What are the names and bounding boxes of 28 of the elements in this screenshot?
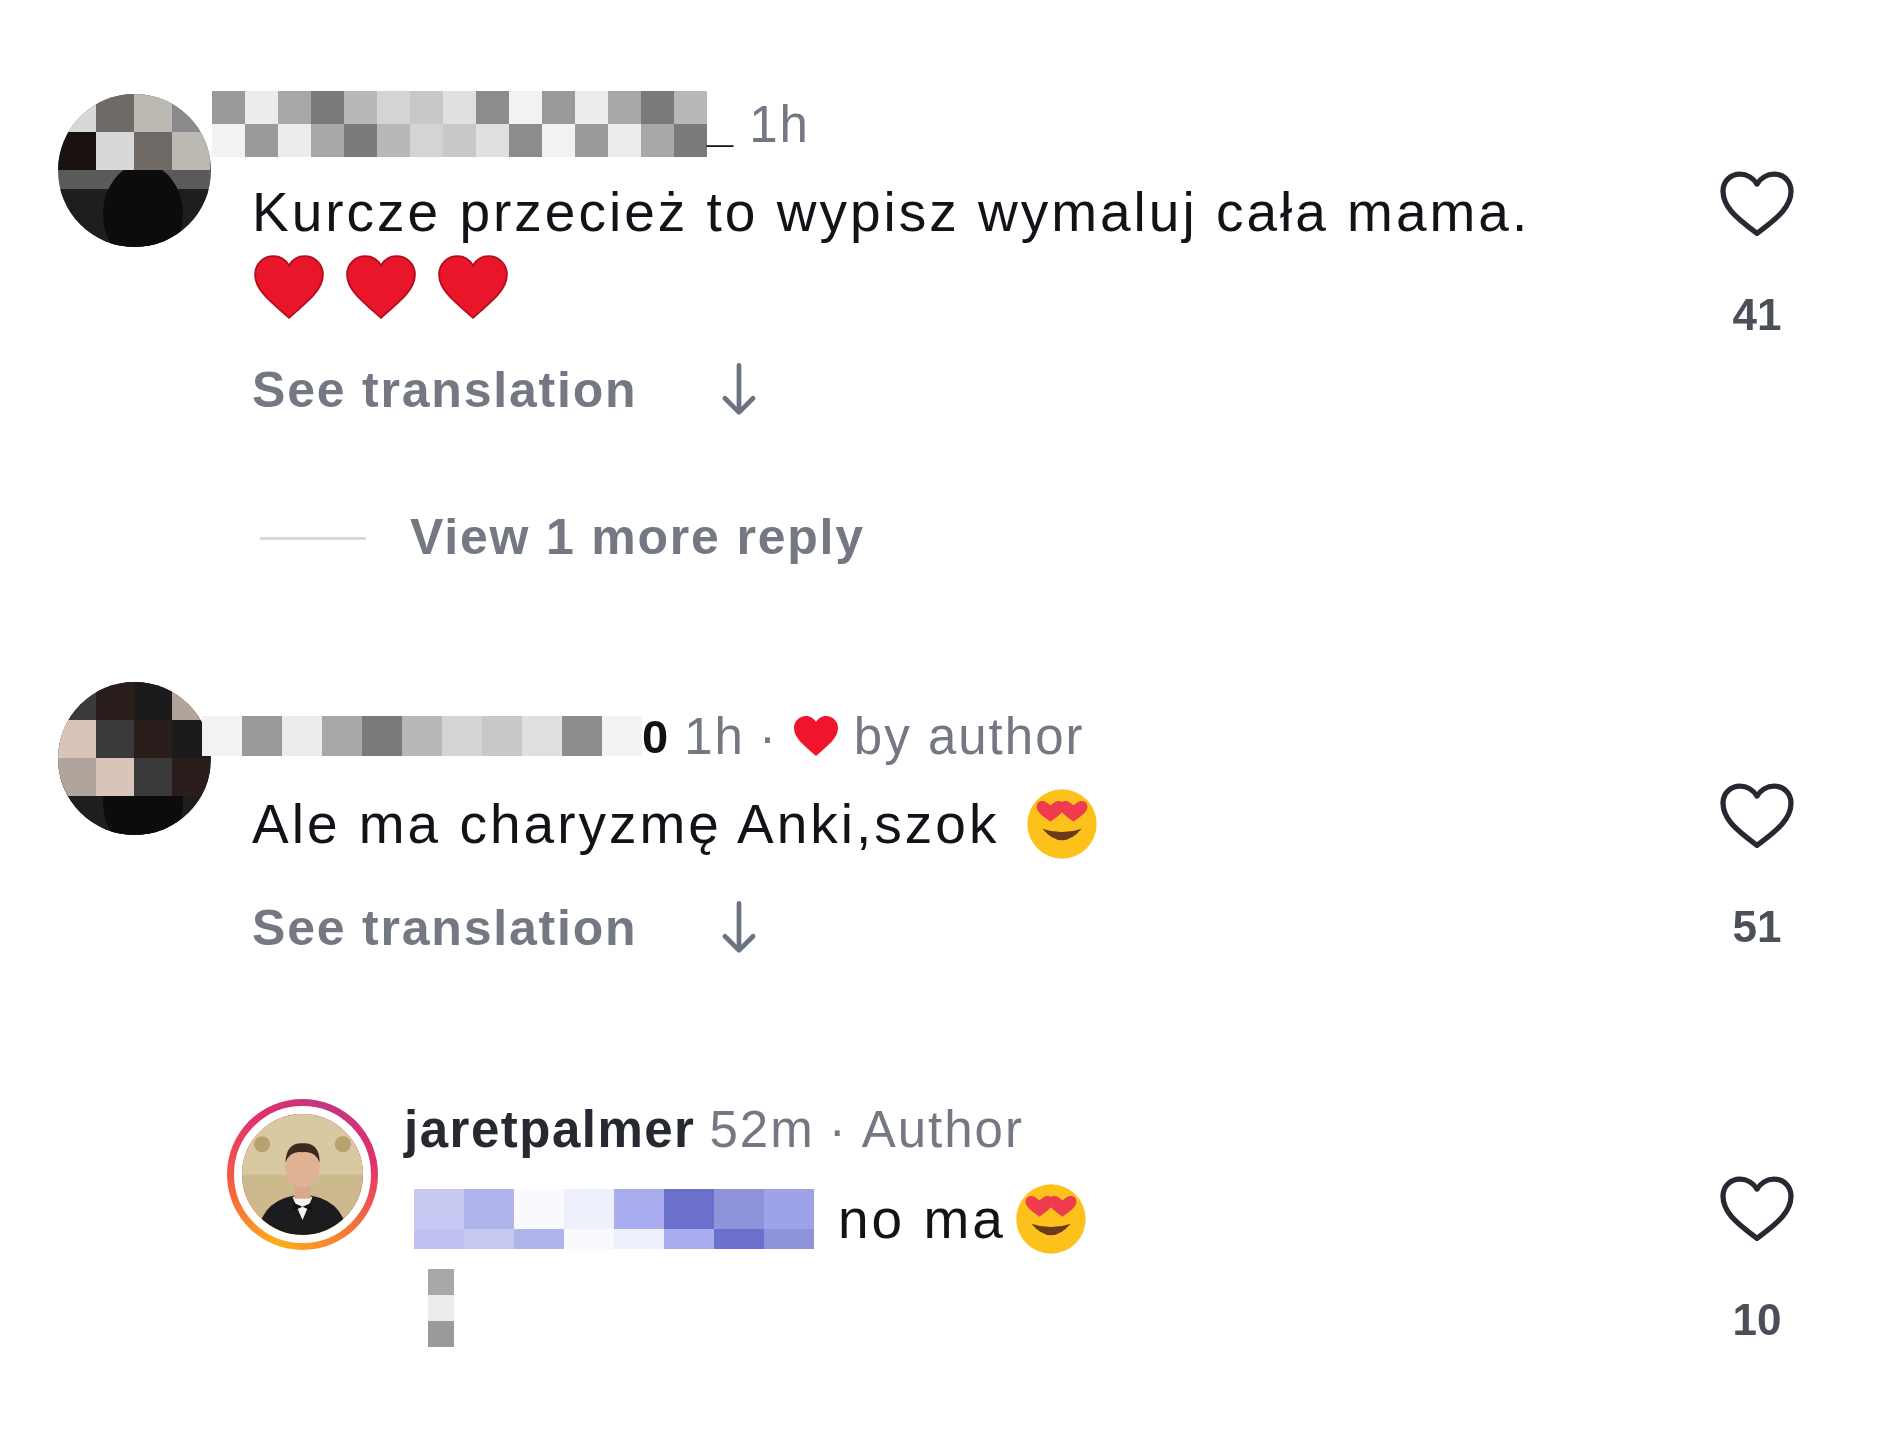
heart-emoji-icon bbox=[252, 253, 326, 321]
username[interactable]: 0 bbox=[642, 708, 671, 764]
heart-icon[interactable] bbox=[1718, 170, 1796, 238]
username[interactable]: jaretpalmer bbox=[404, 1099, 696, 1159]
heart-icon[interactable] bbox=[1718, 1175, 1796, 1243]
timestamp: 1h bbox=[684, 706, 745, 766]
comment-text: Kurcze przecież to wypisz wymaluj cała mama. bbox=[252, 180, 1531, 244]
view-replies-link[interactable]: View 1 more reply bbox=[410, 508, 865, 566]
heart-eyes-emoji-icon bbox=[1025, 787, 1100, 861]
separator: · bbox=[828, 1099, 848, 1159]
comment-text: no ma bbox=[838, 1187, 1006, 1251]
heart-emoji-icon bbox=[436, 253, 510, 321]
heart-icon bbox=[791, 714, 840, 758]
like-count: 51 bbox=[1732, 902, 1782, 952]
like-count: 10 bbox=[1732, 1295, 1782, 1345]
username[interactable]: _ bbox=[707, 96, 736, 152]
like-count: 41 bbox=[1732, 290, 1782, 340]
see-translation-link[interactable]: See translation bbox=[252, 899, 638, 957]
heart-emoji-icon bbox=[344, 253, 418, 321]
heart-eyes-emoji-icon bbox=[1013, 1182, 1088, 1256]
liked-by-author-label: by author bbox=[853, 706, 1085, 766]
see-translation-link[interactable]: See translation bbox=[252, 361, 638, 419]
timestamp: 1h bbox=[749, 94, 810, 154]
comment-text: Ale ma charyzmę Anki,szok bbox=[252, 792, 1000, 856]
author-label: Author bbox=[861, 1099, 1024, 1159]
timestamp: 52m bbox=[709, 1099, 815, 1159]
heart-icon[interactable] bbox=[1718, 782, 1796, 850]
separator: · bbox=[758, 706, 778, 766]
